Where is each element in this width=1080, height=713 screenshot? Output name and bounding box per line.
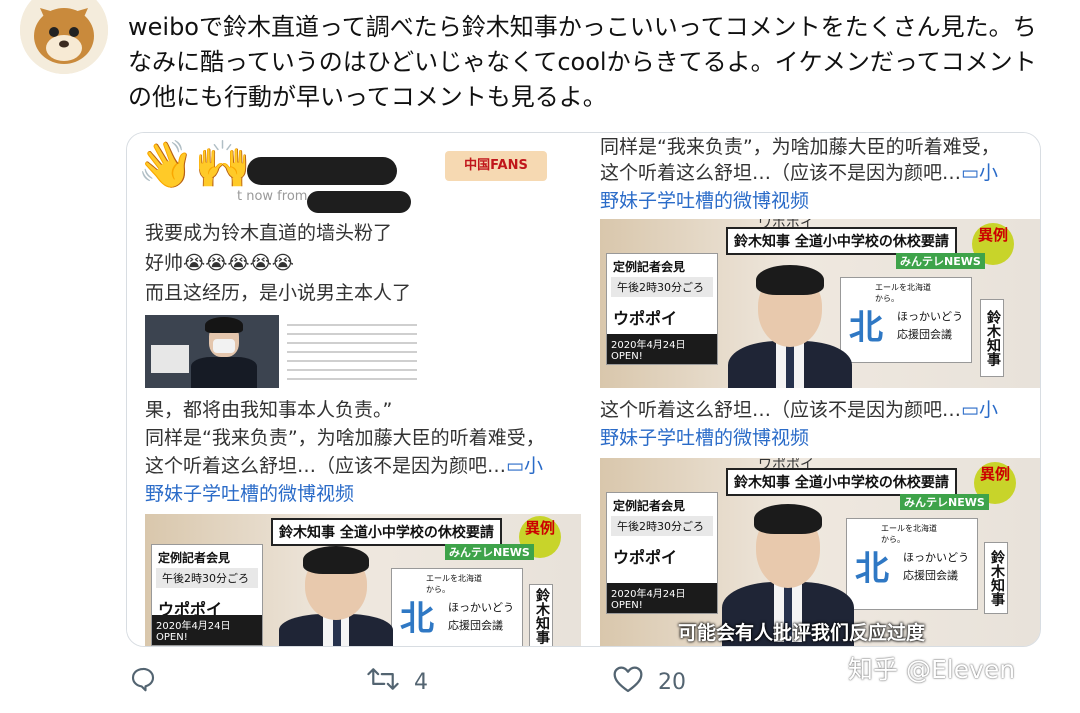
weibo-line-1: 这个听着这么舒坦…（应该不是因为颜吧…▭小 [600,396,998,425]
name-plate: 鈴木知事 [980,299,1004,377]
video-link[interactable]: 野妹子学吐槽的微博视频 [600,187,809,216]
video-frame: 鈴木知事 全道小中学校の休校要請 異例 みんテレNEWS 定例記者会見 午後2時… [145,514,581,646]
governor-figure [720,243,860,388]
media-image-3[interactable]: 果，都将由我知事本人负责。” 同样是“我来负责”，为啥加藤大臣的听着难受， 这个… [127,392,581,646]
news-logo: みんテレNEWS [896,253,985,269]
redacted-source [307,191,411,213]
retweet-icon [366,664,400,700]
name-plate: 鈴木知事 [984,542,1008,614]
media-image-1[interactable]: 👋🙌 t now from 中国FANS 我要成为铃木直道的墙头粉了 好帅😭😭😭… [127,133,581,388]
name-plate: 鈴木知事 [529,584,553,646]
china-fans-badge: 中国FANS [445,151,547,181]
like-count: 20 [658,669,686,695]
video-link[interactable]: 野妹子学吐槽的微博视频 [145,480,354,509]
media-image-2[interactable]: 同样是“我来负责”，为啥加藤大臣的听着难受， 这个听着这么舒坦…（应该不是因为颜… [587,133,1040,388]
video-frame: ワポポイ 鈴木知事 全道小中学校の休校要請 異例 みんテレNEWS 定例記者会見… [600,219,1040,388]
weibo-line-2: 同样是“我来负责”，为啥加藤大臣的听着难受， [145,427,545,449]
weibo-line-3: 而且这经历，是小说男主本人了 [145,282,412,304]
waving-hands-emoji: 👋🙌 [137,137,252,191]
reply-icon [128,664,158,700]
weibo-line-1: 果，都将由我知事本人负责。” [145,399,393,421]
hokkaido-poster: エールを北海道から。 北 ほっかいどう 応援団会議 [391,568,523,646]
media-image-4[interactable]: 这个听着这么舒坦…（应该不是因为颜吧…▭小 野妹子学吐槽的微博视频 ワポポイ 鈴… [587,392,1040,646]
tweet-text: weiboで鈴木直道って調べたら鈴木知事かっこいいってコメントをたくさん見た。ち… [128,13,1037,111]
retweet-count: 4 [414,669,428,695]
like-button[interactable]: 20 [612,664,686,700]
video-frame: ワポポイ 鈴木知事 全道小中学校の休校要請 異例 みんテレNEWS 定例記者会見… [600,458,1040,646]
weibo-line-2-text: 这个听着这么舒坦…（应该不是因为颜吧… [600,162,962,184]
weibo-line-1-text: 这个听着这么舒坦…（应该不是因为颜吧… [600,399,962,421]
video-subtitle: 可能会有人批评我们反应过度 [678,622,926,644]
hokkaido-poster: エールを北海道から。 北 ほっかいどう 応援団会議 [846,518,978,610]
press-conference-sign: 定例記者会見 午後2時30分ごろ ウポポイ 2020年4月24日OPEN! [151,544,263,646]
heart-icon [612,664,644,700]
weibo-line-2: 这个听着这么舒坦…（应该不是因为颜吧…▭小 [600,159,998,188]
video-link[interactable]: 野妹子学吐槽的微博视频 [600,424,809,453]
video-link-prefix[interactable]: ▭小 [961,399,998,421]
reply-button[interactable] [128,664,158,700]
tweet-media-grid[interactable]: 👋🙌 t now from 中国FANS 我要成为铃木直道的墙头粉了 好帅😭😭😭… [126,132,1041,647]
video-link-prefix[interactable]: ▭小 [506,455,543,477]
redacted-username [247,157,397,185]
avatar[interactable] [20,0,108,74]
retweet-button[interactable]: 4 [366,664,428,700]
weibo-line-3-text: 这个听着这么舒坦…（应该不是因为颜吧… [145,455,507,477]
weibo-line-1: 同样是“我来负责”，为啥加藤大臣的听着难受， [600,136,1000,158]
weibo-line-1: 我要成为铃木直道的墙头粉了 [145,222,393,244]
news-photo-thumbnail [145,315,279,388]
weibo-line-3: 这个听着这么舒坦…（应该不是因为颜吧…▭小 [145,452,543,481]
zhihu-watermark: 知乎 @Eleven [848,655,1016,684]
timestamp-fragment: t now from [237,189,308,204]
governor-figure [271,530,401,646]
news-logo: みんテレNEWS [445,544,534,560]
press-conference-sign: 定例記者会見 午後2時30分ごろ ウポポイ 2020年4月24日OPEN! [606,253,718,365]
video-link-prefix[interactable]: ▭小 [961,162,998,184]
news-logo: みんテレNEWS [900,494,989,510]
article-text-block [287,317,417,387]
press-conference-sign: 定例記者会見 午後2時30分ごろ ウポポイ 2020年4月24日OPEN! [606,492,718,614]
weibo-line-2: 好帅😭😭😭😭😭 [145,252,295,274]
